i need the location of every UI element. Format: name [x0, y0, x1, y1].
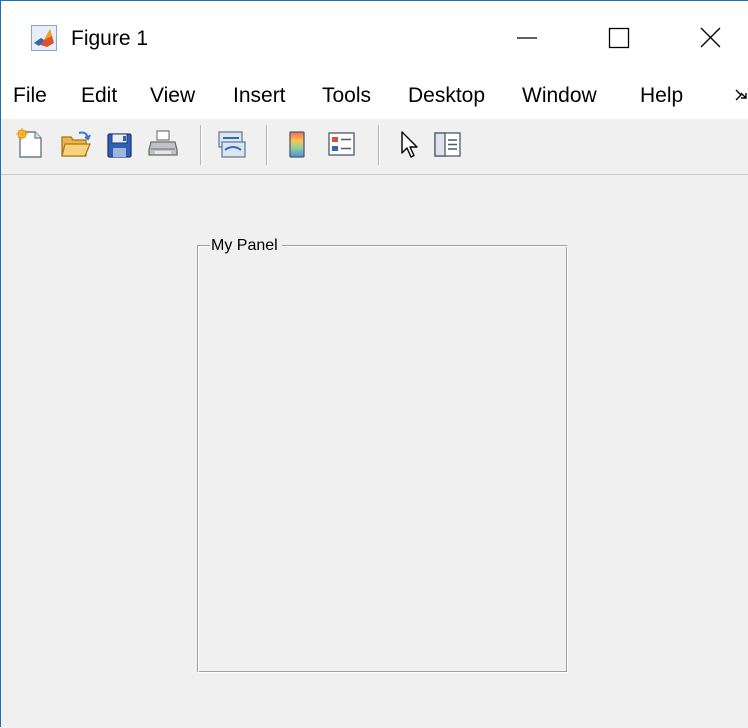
insert-legend-icon: [328, 132, 355, 156]
minimize-button[interactable]: [481, 1, 573, 73]
print-figure-button[interactable]: [147, 126, 181, 162]
menu-insert[interactable]: Insert: [233, 82, 286, 110]
open-file-button[interactable]: [59, 126, 93, 162]
figure-toolbar: [1, 119, 748, 175]
save-figure-button[interactable]: [103, 126, 137, 162]
edit-plot-icon: [401, 131, 418, 158]
toolbar-separator: [200, 125, 202, 165]
menu-bar: File Edit View Insert Tools Desktop Wind…: [1, 73, 748, 119]
insert-colorbar-icon: [289, 131, 305, 158]
insert-colorbar-button[interactable]: [281, 126, 315, 162]
window-title: Figure 1: [71, 27, 149, 50]
open-property-inspector-button[interactable]: [431, 126, 465, 162]
menu-help[interactable]: Help: [640, 82, 683, 110]
panel-title: My Panel: [210, 237, 282, 255]
link-plot-icon: [218, 131, 246, 158]
menu-overflow-icon[interactable]: [735, 87, 748, 103]
close-button[interactable]: [665, 1, 748, 73]
open-property-inspector-icon: [434, 132, 461, 157]
maximize-button[interactable]: [573, 1, 665, 73]
minimize-icon: [517, 37, 537, 39]
save-figure-icon: [107, 133, 132, 158]
new-figure-icon: [16, 128, 42, 158]
title-bar[interactable]: Figure 1: [1, 1, 748, 73]
menu-desktop[interactable]: Desktop: [408, 82, 485, 110]
menu-view[interactable]: View: [150, 82, 195, 110]
open-file-icon: [61, 131, 91, 157]
panel-border: [197, 245, 568, 673]
maximize-icon: [608, 27, 630, 49]
new-figure-button[interactable]: [15, 126, 49, 162]
print-figure-icon: [148, 130, 178, 156]
menu-file[interactable]: File: [13, 82, 47, 110]
toolbar-separator: [266, 125, 268, 165]
link-plot-button[interactable]: [215, 126, 249, 162]
matlab-logo-icon: [31, 25, 57, 51]
figure-window: Figure 1 File Edit View Insert Tools Des…: [0, 0, 748, 728]
toolbar-separator: [378, 125, 380, 165]
close-icon: [700, 27, 721, 48]
menu-tools[interactable]: Tools: [322, 82, 371, 110]
menu-edit[interactable]: Edit: [81, 82, 117, 110]
menu-window[interactable]: Window: [522, 82, 597, 110]
ui-panel: My Panel: [197, 237, 568, 673]
insert-legend-button[interactable]: [325, 126, 359, 162]
edit-plot-button[interactable]: [393, 126, 427, 162]
